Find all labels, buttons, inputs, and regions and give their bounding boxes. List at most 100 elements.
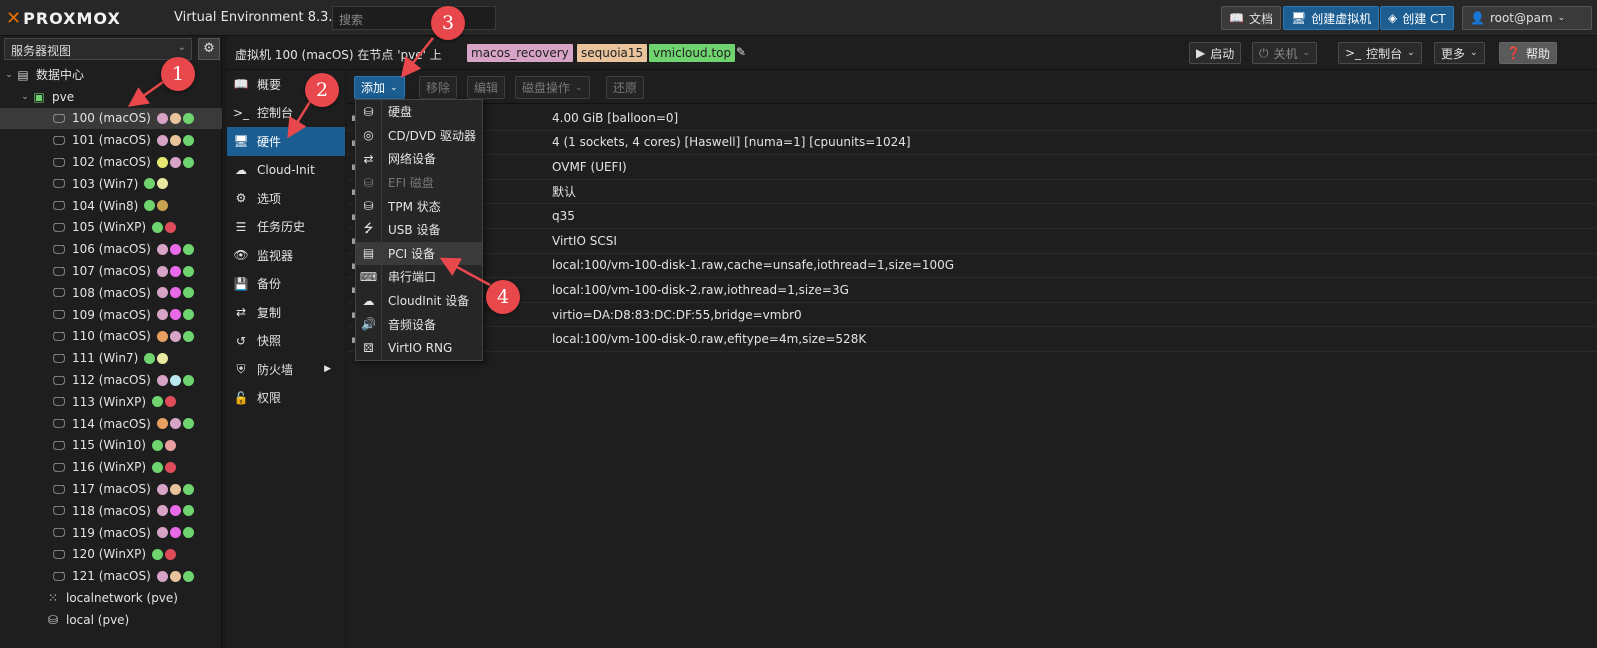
hardware-row[interactable]: ▪4.00 GiB [balloon=0] xyxy=(347,106,1597,131)
vm-tag-dots xyxy=(155,265,194,277)
vm-label: 104 (Win8) xyxy=(72,198,139,213)
add-menu-item[interactable]: ⛁ EFI 磁盘 xyxy=(356,171,482,195)
tree-storage-local[interactable]: ⛁ local (pve) xyxy=(0,609,222,631)
hardware-row[interactable]: ▪q35 xyxy=(347,204,1597,229)
add-menu-item[interactable]: ⛁ TPM 状态 xyxy=(356,194,482,218)
revert-button[interactable]: 还原 xyxy=(606,76,645,99)
tag-macos-recovery[interactable]: macos_recovery xyxy=(467,44,573,62)
nav-item-11[interactable]: ⛨ 防火墙 ▶ xyxy=(227,355,345,384)
tree-vm-item[interactable]: 🖵 113 (WinXP) xyxy=(0,391,222,413)
tree-vm-item[interactable]: 🖵 103 (Win7) xyxy=(0,173,222,195)
tree-vm-item[interactable]: 🖵 108 (macOS) xyxy=(0,282,222,304)
tree-vm-item[interactable]: 🖵 121 (macOS) xyxy=(0,565,222,587)
hardware-row[interactable]: ▪virtio=DA:D8:83:DC:DF:55,bridge=vmbr0 xyxy=(347,303,1597,328)
add-button[interactable]: 添加 ⌄ xyxy=(354,76,405,99)
tree-vm-item[interactable]: 🖵 118 (macOS) xyxy=(0,500,222,522)
pencil-icon[interactable]: ✎ xyxy=(736,45,746,59)
add-menu-item[interactable]: ⛁ 硬盘 xyxy=(356,100,482,124)
create-ct-button[interactable]: ◈ 创建 CT xyxy=(1380,6,1454,30)
user-icon: 👤 xyxy=(1470,11,1485,25)
tree-vm-item[interactable]: 🖵 106 (macOS) xyxy=(0,238,222,260)
tree-storage-localnetwork[interactable]: ⁙ localnetwork (pve) xyxy=(0,587,222,609)
tag-dot xyxy=(156,112,168,124)
tree-vm-item[interactable]: 🖵 105 (WinXP) xyxy=(0,217,222,239)
tree-vm-item[interactable]: 🖵 117 (macOS) xyxy=(0,478,222,500)
vm-tag-dots xyxy=(155,156,194,168)
tree-vm-item[interactable]: 🖵 110 (macOS) xyxy=(0,326,222,348)
user-menu-button[interactable]: 👤 root@pam ⌄ xyxy=(1462,6,1592,30)
nav-item-4[interactable]: ☁ Cloud-Init xyxy=(227,156,345,185)
logo-text: PROXMOX xyxy=(23,8,121,28)
tree-vm-item[interactable]: 🖵 102 (macOS) xyxy=(0,151,222,173)
add-menu-item[interactable]: ☁ CloudInit 设备 xyxy=(356,289,482,313)
proxmox-logo[interactable]: ✕ PROXMOX xyxy=(6,7,121,29)
add-menu-item[interactable]: ▤ PCI 设备 xyxy=(356,241,482,266)
tree-vm-item[interactable]: 🖵 114 (macOS) xyxy=(0,413,222,435)
tree-vm-item[interactable]: 🖵 107 (macOS) xyxy=(0,260,222,282)
nav-item-12[interactable]: 🔓 权限 xyxy=(227,384,345,413)
monitor-icon: 🖵 xyxy=(53,241,65,256)
tag-dot xyxy=(169,505,181,517)
disk-action-button[interactable]: 磁盘操作 ⌄ xyxy=(515,76,590,99)
database-icon: ⛁ xyxy=(47,612,59,627)
tree-vm-item[interactable]: 🖵 109 (macOS) xyxy=(0,304,222,326)
console-button[interactable]: >_ 控制台 ⌄ xyxy=(1338,42,1422,64)
nav-item-9[interactable]: ⇄ 复制 xyxy=(227,298,345,327)
hardware-row[interactable]: ▪local:100/vm-100-disk-2.raw,iothread=1,… xyxy=(347,278,1597,303)
tree-vm-item[interactable]: 🖵 101 (macOS) xyxy=(0,129,222,151)
nav-item-6[interactable]: ☰ 任务历史 xyxy=(227,213,345,242)
help-button[interactable]: ❓ 帮助 xyxy=(1499,42,1557,64)
nav-item-label: 监视器 xyxy=(257,248,294,263)
hardware-value: 4 (1 sockets, 4 cores) [Haswell] [numa=1… xyxy=(552,135,911,150)
chevron-down-icon: ⌄ xyxy=(177,42,186,53)
nav-item-5[interactable]: ⚙ 选项 xyxy=(227,184,345,213)
hardware-row[interactable]: ▪4 (1 sockets, 4 cores) [Haswell] [numa=… xyxy=(347,131,1597,156)
tree-node-pve[interactable]: ⌄ ▣ pve xyxy=(0,86,222,108)
view-selector[interactable]: 服务器视图 ⌄ xyxy=(4,38,192,60)
hardware-row[interactable]: ▪OVMF (UEFI) xyxy=(347,155,1597,180)
hardware-row[interactable]: ▪local:100/vm-100-disk-1.raw,cache=unsaf… xyxy=(347,254,1597,279)
remove-button[interactable]: 移除 xyxy=(419,76,458,99)
collapse-arrow-icon[interactable]: ⌄ xyxy=(4,70,14,80)
search-input[interactable]: 搜索 xyxy=(332,6,496,30)
vm-label: 107 (macOS) xyxy=(72,264,151,279)
tree-vm-item[interactable]: 🖵 119 (macOS) xyxy=(0,522,222,544)
add-menu-item[interactable]: ⌨ 串行端口 xyxy=(356,265,482,289)
tree-vm-item[interactable]: 🖵 104 (Win8) xyxy=(0,195,222,217)
nav-item-10[interactable]: ↺ 快照 xyxy=(227,327,345,356)
create-vm-button[interactable]: 🖥 创建虚拟机 xyxy=(1283,6,1380,30)
add-menu-item[interactable]: ⇄ 网络设备 xyxy=(356,147,482,171)
tag-sequoia15[interactable]: sequoia15 xyxy=(577,44,648,62)
add-menu-item[interactable]: ◎ CD/DVD 驱动器 xyxy=(356,124,482,148)
tag-vmicloud[interactable]: vmicloud.top xyxy=(649,44,736,62)
vm-label: 102 (macOS) xyxy=(72,155,151,170)
gear-icon[interactable]: ⚙ xyxy=(198,38,220,60)
shield-icon: ⛨ xyxy=(236,361,246,376)
shutdown-button[interactable]: ⏻ 关机 ⌄ xyxy=(1252,42,1318,64)
monitor-icon: 🖵 xyxy=(53,110,65,125)
hardware-row[interactable]: ▪local:100/vm-100-disk-0.raw,efitype=4m,… xyxy=(347,327,1597,352)
annotation-badge-2: 2 xyxy=(305,73,339,107)
tree-vm-item[interactable]: 🖵 111 (Win7) xyxy=(0,347,222,369)
nav-item-3[interactable]: 🖥 硬件 xyxy=(227,127,345,156)
tree-vm-item[interactable]: 🖵 100 (macOS) xyxy=(0,107,222,130)
tree-vm-item[interactable]: 🖵 120 (WinXP) xyxy=(0,544,222,566)
resource-tree: ⌄ ▤ 数据中心 ⌄ ▣ pve 🖵 100 (macOS) 🖵 101 (macOS… xyxy=(0,64,222,631)
add-menu-item[interactable]: 🔊 音频设备 xyxy=(356,312,482,336)
add-menu-item[interactable]: ⭍ USB 设备 xyxy=(356,218,482,242)
menu-item-label: 音频设备 xyxy=(388,317,437,332)
tree-vm-item[interactable]: 🖵 115 (Win10) xyxy=(0,435,222,457)
add-menu-item[interactable]: ⚄ VirtIO RNG xyxy=(356,336,482,360)
tree-vm-item[interactable]: 🖵 116 (WinXP) xyxy=(0,456,222,478)
collapse-arrow-icon[interactable]: ⌄ xyxy=(20,92,30,102)
tree-vm-item[interactable]: 🖵 112 (macOS) xyxy=(0,369,222,391)
hardware-row[interactable]: ▪VirtIO SCSI xyxy=(347,229,1597,254)
more-button[interactable]: 更多 ⌄ xyxy=(1434,42,1485,64)
nav-item-8[interactable]: 💾 备份 xyxy=(227,270,345,299)
edit-button[interactable]: 编辑 xyxy=(467,76,506,99)
hardware-row[interactable]: ▪默认 xyxy=(347,180,1597,205)
start-button[interactable]: ▶ 启动 xyxy=(1189,42,1242,64)
menu-item-label: EFI 磁盘 xyxy=(388,176,434,191)
docs-button[interactable]: 📖 文档 xyxy=(1221,6,1281,30)
nav-item-7[interactable]: 👁 监视器 xyxy=(227,241,345,270)
